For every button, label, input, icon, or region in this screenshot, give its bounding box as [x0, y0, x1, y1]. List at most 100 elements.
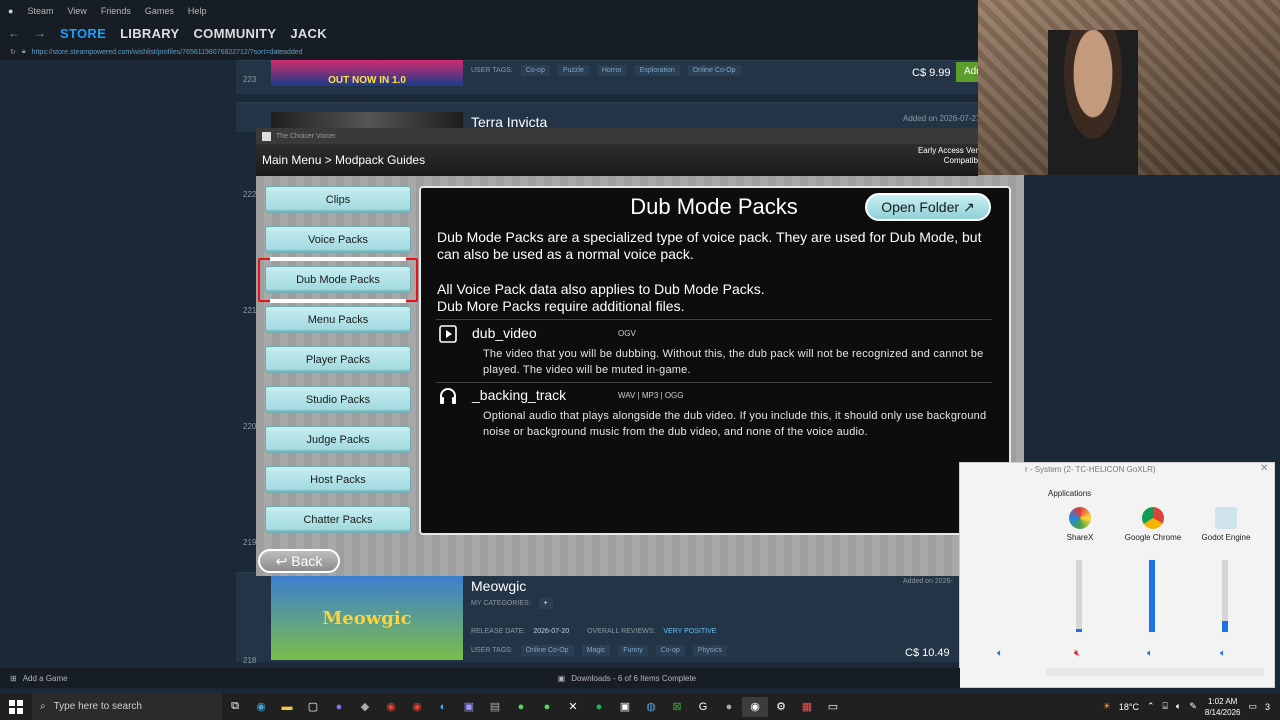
add-game-button[interactable]: Add a Game	[23, 674, 68, 683]
notifications-icon[interactable]: ▭	[1248, 701, 1257, 712]
tag[interactable]: Online Co-Op	[520, 645, 574, 656]
volume-slider[interactable]	[1149, 560, 1155, 632]
open-folder-button[interactable]: Open Folder ↗	[865, 193, 991, 221]
premiere-icon[interactable]: ▣	[456, 697, 482, 717]
menu-view[interactable]: View	[67, 6, 86, 16]
windows-start-button[interactable]	[0, 693, 32, 720]
game-capsule[interactable]: Meowgic	[271, 576, 463, 660]
downloads-status[interactable]: Downloads - 6 of 6 Items Complete	[571, 674, 696, 683]
price: C$ 9.99	[912, 67, 951, 79]
sidebar-item-chatter-packs[interactable]: Chatter Packs	[265, 506, 411, 533]
file-explorer-icon[interactable]: ▬	[274, 697, 300, 717]
close-icon[interactable]: ✕	[1260, 463, 1268, 474]
app-icon[interactable]: ⊠	[664, 697, 690, 717]
tag[interactable]: Co-op	[655, 645, 685, 656]
game-capsule[interactable]: OUT NOW IN 1.0	[271, 60, 463, 86]
menu-games[interactable]: Games	[145, 6, 174, 16]
weather-temp[interactable]: 18°C	[1119, 702, 1139, 712]
app-icon[interactable]: ✕	[560, 697, 586, 717]
game-title[interactable]: Meowgic	[471, 578, 526, 594]
app-icon[interactable]: ▣	[612, 697, 638, 717]
chrome-icon[interactable]: ◉	[378, 697, 404, 717]
taskbar-search[interactable]: ⌕ Type here to search	[32, 693, 222, 720]
app-icon[interactable]: ▤	[482, 697, 508, 717]
plus-icon[interactable]: ⊞	[10, 674, 17, 683]
nav-library[interactable]: LIBRARY	[120, 26, 179, 41]
mixer-scrollbar[interactable]	[1046, 668, 1264, 676]
back-arrow-icon[interactable]: ←	[8, 26, 20, 40]
speaker-muted-icon[interactable]: 🔇︎	[1074, 648, 1080, 659]
menu-friends[interactable]: Friends	[101, 6, 131, 16]
chrome-icon[interactable]: ◉	[404, 697, 430, 717]
clock[interactable]: 1:02 AM 8/14/2026	[1205, 696, 1241, 718]
chrome-icon	[1142, 507, 1164, 529]
tag[interactable]: Online Co-Op	[687, 65, 741, 76]
network-icon[interactable]: ⌸	[1163, 701, 1168, 712]
nav-community[interactable]: COMMUNITY	[193, 26, 276, 41]
tag[interactable]: Exploration	[634, 65, 680, 76]
app-icon[interactable]: ◉	[742, 696, 768, 717]
tag[interactable]: Magic	[581, 645, 611, 656]
tag[interactable]: Co-op	[520, 65, 550, 76]
steam-icon[interactable]: ◍	[638, 697, 664, 717]
sidebar-item-voice-packs[interactable]: Voice Packs	[265, 226, 411, 253]
url-text[interactable]: https://store.steampowered.com/wishlist/…	[32, 49, 303, 56]
app-icon[interactable]: ▦	[794, 697, 820, 717]
pen-icon[interactable]: ✎	[1189, 701, 1197, 712]
task-view-icon[interactable]: ⧉	[222, 697, 248, 717]
settings-icon[interactable]: ⚙	[768, 697, 794, 717]
sidebar-item-judge-packs[interactable]: Judge Packs	[265, 426, 411, 453]
row-rank: 223	[243, 75, 257, 84]
add-to-cart-button[interactable]: Add	[956, 62, 982, 82]
app-name: Godot Engine	[1201, 533, 1251, 542]
volume-level	[1222, 621, 1228, 632]
mixer-app-chrome: Google Chrome	[1123, 507, 1183, 542]
sidebar-item-studio-packs[interactable]: Studio Packs	[265, 386, 411, 413]
chevron-up-icon[interactable]: ⌃	[1147, 701, 1155, 712]
sidebar-item-clips[interactable]: Clips	[265, 186, 411, 213]
tag[interactable]: Puzzle	[557, 65, 589, 76]
app-icon[interactable]: ●	[716, 697, 742, 717]
app-icon[interactable]: ●	[534, 697, 560, 717]
app-icon[interactable]: ◐	[430, 697, 456, 717]
tag[interactable]: Funny	[618, 645, 648, 656]
reviews-value[interactable]: VERY POSITIVE	[663, 628, 716, 635]
sidebar-item-host-packs[interactable]: Host Packs	[265, 466, 411, 493]
speaker-icon[interactable]: 🔈︎	[1147, 648, 1153, 659]
release-date: 2026-07-20	[533, 628, 570, 635]
sidebar-item-player-packs[interactable]: Player Packs	[265, 346, 411, 373]
app-icon[interactable]: ▭	[820, 697, 846, 717]
steam-bottom-bar: ⊞ Add a Game ▣ Downloads - 6 of 6 Items …	[0, 668, 960, 688]
app-titlebar[interactable]: The Choicer Voicer	[256, 128, 978, 144]
spotify-icon[interactable]: ●	[586, 697, 612, 717]
tag[interactable]: Physics	[692, 645, 727, 656]
forward-arrow-icon[interactable]: →	[34, 26, 46, 40]
speaker-icon[interactable]: 🔈︎	[1220, 648, 1226, 659]
menu-help[interactable]: Help	[188, 6, 207, 16]
discord-icon[interactable]: ●	[326, 697, 352, 717]
mixer-title: r - System (2- TC-HELICON GoXLR)	[1025, 465, 1156, 474]
menu-steam[interactable]: Steam	[27, 6, 53, 16]
speaker-icon[interactable]: 🔈︎	[997, 648, 1003, 659]
back-button[interactable]: ↩ Back	[258, 549, 340, 573]
nav-store[interactable]: STORE	[60, 26, 106, 41]
app-icon[interactable]: ◆	[352, 697, 378, 717]
categories-label: MY CATEGORIES:	[471, 600, 531, 607]
volume-icon[interactable]: 🔈︎	[1176, 701, 1181, 712]
sharex-icon	[1069, 507, 1091, 529]
reload-icon[interactable]: ↻	[10, 48, 16, 56]
nav-user[interactable]: JACK	[290, 26, 327, 41]
sidebar-item-menu-packs[interactable]: Menu Packs	[265, 306, 411, 333]
volume-slider[interactable]	[1222, 560, 1228, 632]
volume-slider[interactable]	[1076, 560, 1082, 632]
app-icon[interactable]: ●	[508, 697, 534, 717]
game-capsule[interactable]	[271, 112, 463, 128]
version-line: Early Access Ver	[917, 146, 978, 155]
user-tags: USER TAGS: Co-op Puzzle Horror Explorati…	[471, 65, 741, 76]
store-icon[interactable]: ▢	[300, 697, 326, 717]
tag[interactable]: Horror	[596, 65, 627, 76]
add-category-button[interactable]: +	[538, 598, 553, 609]
selection-highlight	[258, 257, 418, 303]
app-icon[interactable]: G	[690, 697, 716, 717]
edge-icon[interactable]: ◉	[248, 697, 274, 717]
